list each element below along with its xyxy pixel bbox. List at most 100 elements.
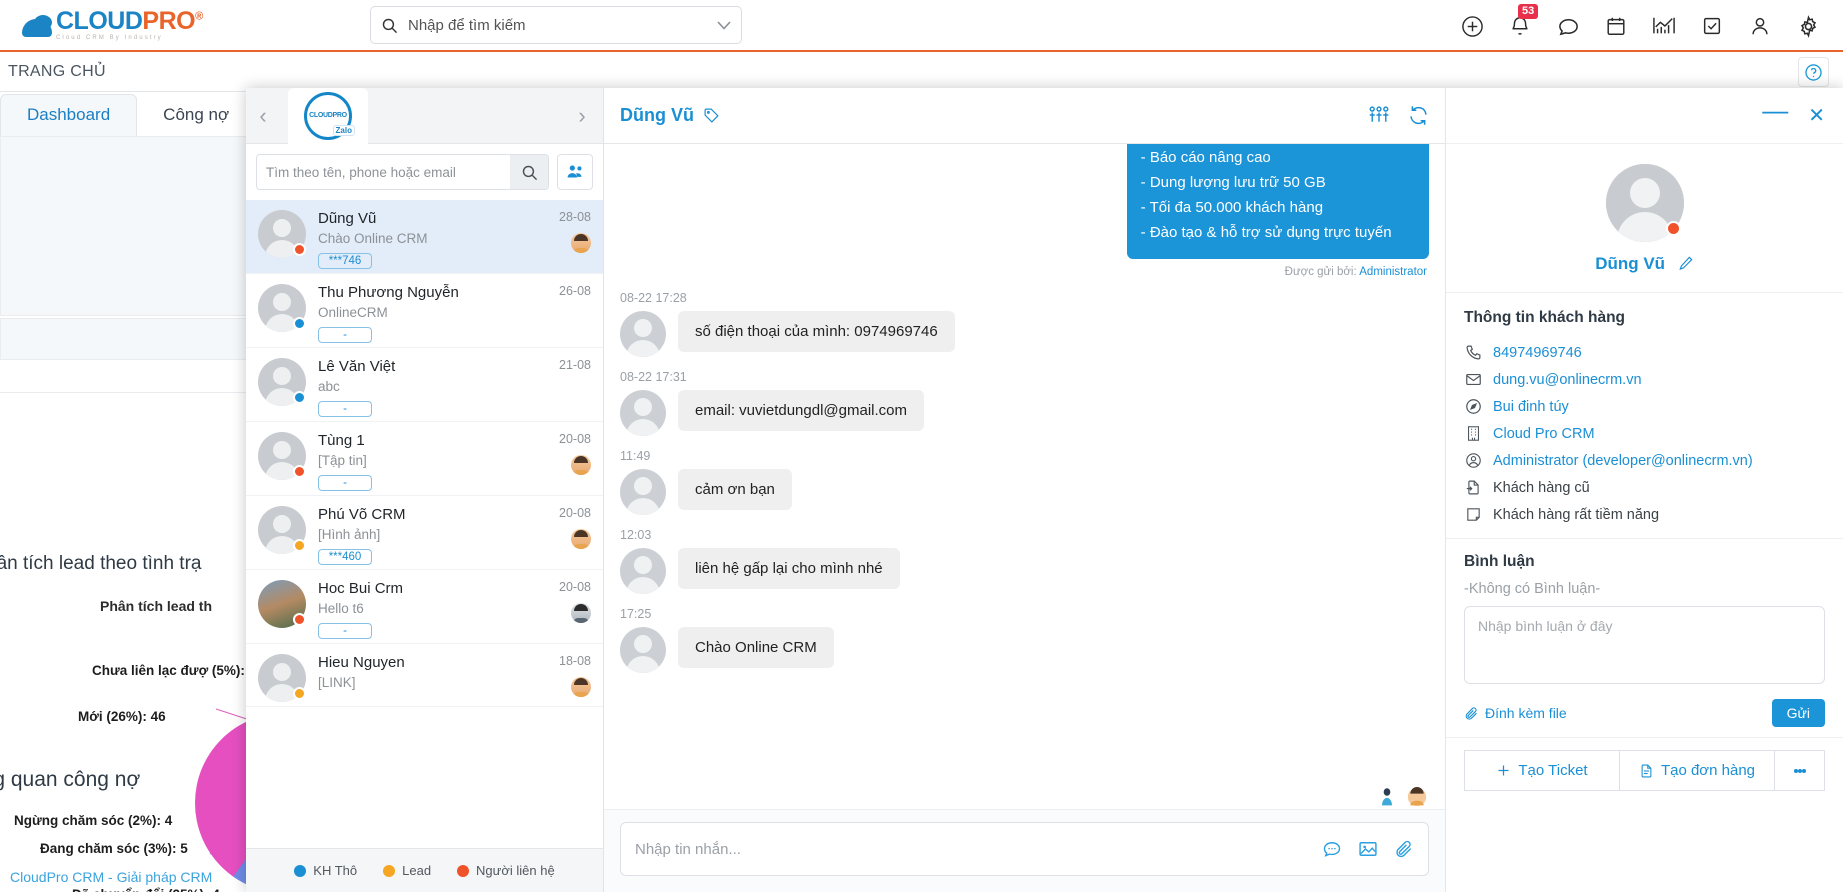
sent-by-user[interactable]: Administrator — [1359, 266, 1427, 278]
info-panel-header: — ✕ — [1446, 88, 1843, 144]
message-list[interactable]: - Tiếp thị, chăm sóc khách hàng qua Zalo… — [604, 144, 1445, 781]
edit-pencil-icon[interactable] — [1678, 256, 1694, 273]
customer-details-title: Thông tin khách hàng — [1464, 309, 1626, 326]
avatar — [258, 358, 306, 406]
minimize-icon[interactable]: — — [1762, 97, 1788, 123]
tab-cong-no[interactable]: Công nợ — [137, 95, 255, 136]
contact-name: Thu Phương Nguyễn — [318, 284, 459, 301]
zalo-channel-logo-text: CLOUDPRO — [309, 112, 347, 119]
emoji-icon[interactable] — [1322, 839, 1342, 859]
contact-tag-badge[interactable]: - — [318, 475, 372, 491]
create-order-button[interactable]: Tạo đơn hàng — [1620, 750, 1775, 791]
detail-row-email[interactable]: dung.vu@onlinecrm.vn — [1464, 366, 1825, 393]
analytics-chart-icon[interactable] — [1651, 13, 1677, 39]
cloud-logo-icon — [22, 15, 54, 41]
assigned-agent-avatar — [571, 603, 591, 623]
contact-search-button[interactable] — [510, 155, 548, 189]
customer-owner[interactable]: Administrator (developer@onlinecrm.vn) — [1493, 453, 1753, 469]
omnichannel-chat-widget: ‹ CLOUDPRO Zalo › Tìm theo tên, phone ho… — [246, 87, 1843, 892]
message-input[interactable] — [635, 840, 1322, 858]
customer-source[interactable]: Bui đinh túy — [1493, 399, 1569, 415]
chevron-down-icon[interactable] — [717, 20, 731, 30]
import-file-icon — [1464, 479, 1482, 496]
detail-row-source[interactable]: Bui đinh túy — [1464, 393, 1825, 420]
create-ticket-button[interactable]: Tạo Ticket — [1464, 750, 1620, 791]
cloudpro-logo[interactable]: CLOUDPRO® Cloud CRM By Industry — [22, 9, 203, 41]
contact-list-item[interactable]: Dũng Vũ Chào Online CRM ***746 28-08 — [246, 200, 603, 274]
contact-name: Hieu Nguyen — [318, 654, 405, 671]
image-icon[interactable] — [1358, 839, 1378, 859]
user-account-icon[interactable] — [1747, 13, 1773, 39]
avatar — [620, 548, 666, 594]
task-checkbox-icon[interactable] — [1699, 13, 1725, 39]
refresh-icon[interactable] — [1408, 105, 1429, 126]
bubble-line: - Báo cáo nâng cao — [1140, 149, 1271, 166]
channel-next-arrow-icon[interactable]: › — [565, 103, 599, 129]
attach-file-button[interactable]: Đính kèm file — [1464, 705, 1567, 721]
contact-list-item[interactable]: Tùng 1 [Tập tin] - 20-08 — [246, 422, 603, 496]
contact-name: Dũng Vũ — [318, 210, 377, 227]
notification-bell-icon[interactable]: 53 — [1507, 4, 1539, 39]
attachment-icon[interactable] — [1394, 839, 1414, 859]
contact-meta: 20-08 — [537, 432, 591, 491]
contact-preview: [Tập tin] — [318, 453, 367, 468]
help-icon[interactable] — [1798, 57, 1829, 87]
global-search-box[interactable] — [370, 6, 742, 44]
contact-search-input[interactable] — [257, 164, 510, 180]
contact-list-item[interactable]: Thu Phương Nguyễn OnlineCRM - 26-08 — [246, 274, 603, 348]
contact-meta: 20-08 — [537, 506, 591, 565]
contact-list[interactable]: Dũng Vũ Chào Online CRM ***746 28-08 Thu… — [246, 200, 603, 848]
message-input-box[interactable] — [620, 822, 1429, 876]
calendar-icon[interactable] — [1603, 13, 1629, 39]
contact-tag-badge[interactable]: ***746 — [318, 253, 372, 269]
contact-preview: [LINK] — [318, 675, 356, 690]
contact-list-item[interactable]: Lê Văn Việt abc - 21-08 — [246, 348, 603, 422]
contact-tag-badge[interactable]: - — [318, 623, 372, 639]
footer-brand-link[interactable]: CloudPro CRM - Giải pháp CRM — [10, 869, 212, 885]
contact-tag-badge[interactable]: ***460 — [318, 549, 372, 565]
group-contacts-icon[interactable] — [557, 154, 593, 190]
incoming-message-row: Chào Online CRM — [620, 627, 1429, 673]
tag-icon[interactable] — [703, 107, 720, 124]
message-timestamp: 11:49 — [620, 449, 651, 463]
search-input[interactable] — [408, 16, 717, 34]
add-circle-icon[interactable] — [1459, 13, 1485, 39]
detail-row-company[interactable]: Cloud Pro CRM — [1464, 420, 1825, 447]
customer-phone[interactable]: 84974969746 — [1493, 345, 1582, 361]
contact-list-item[interactable]: Hoc Bui Crm Hello t6 - 20-08 — [246, 570, 603, 644]
dashboard-panel-top — [0, 136, 252, 316]
assigned-agent-avatar — [571, 677, 591, 697]
detail-row-owner[interactable]: Administrator (developer@onlinecrm.vn) — [1464, 447, 1825, 474]
typing-person-icon — [1377, 787, 1399, 809]
top-header-bar: CLOUDPRO® Cloud CRM By Industry 53 — [0, 0, 1843, 52]
incoming-message-bubble: cảm ơn bạn — [678, 469, 792, 510]
customer-email[interactable]: dung.vu@onlinecrm.vn — [1493, 372, 1642, 388]
assign-agent-icon[interactable] — [1368, 105, 1390, 126]
legend-item-lead: Lead — [383, 863, 431, 878]
detail-row-phone[interactable]: 84974969746 — [1464, 339, 1825, 366]
chat-bubble-icon[interactable] — [1555, 13, 1581, 39]
channel-prev-arrow-icon[interactable]: ‹ — [246, 103, 280, 129]
contact-date: 20-08 — [559, 506, 591, 520]
customer-profile-block: Dũng Vũ — [1446, 144, 1843, 293]
close-icon[interactable]: ✕ — [1808, 106, 1825, 126]
avatar — [620, 469, 666, 515]
comment-input[interactable] — [1464, 606, 1825, 684]
zalo-channel-tab[interactable]: CLOUDPRO Zalo — [288, 87, 368, 144]
settings-gear-icon[interactable] — [1795, 13, 1821, 39]
contact-search-box[interactable] — [256, 154, 549, 190]
send-comment-button[interactable]: Gửi — [1771, 699, 1825, 727]
contact-name: Phú Võ CRM — [318, 506, 406, 523]
status-dot — [293, 613, 306, 626]
tab-dashboard[interactable]: Dashboard — [0, 94, 138, 136]
contact-body: Hieu Nguyen [LINK] — [318, 654, 537, 702]
contact-tag-badge[interactable]: - — [318, 401, 372, 417]
contact-list-item[interactable]: Hieu Nguyen [LINK] 18-08 — [246, 644, 603, 707]
customer-company[interactable]: Cloud Pro CRM — [1493, 426, 1595, 442]
customer-info-panel: — ✕ Dũng Vũ Thông tin khách hàng 8497496… — [1445, 88, 1843, 892]
contact-tag-badge[interactable]: - — [318, 327, 372, 343]
customer-note: Khách hàng rất tiềm năng — [1493, 506, 1660, 523]
contact-list-item[interactable]: Phú Võ CRM [Hình ảnh] ***460 20-08 — [246, 496, 603, 570]
more-actions-icon[interactable] — [1775, 750, 1825, 791]
conversation-header: Dũng Vũ — [604, 88, 1445, 144]
